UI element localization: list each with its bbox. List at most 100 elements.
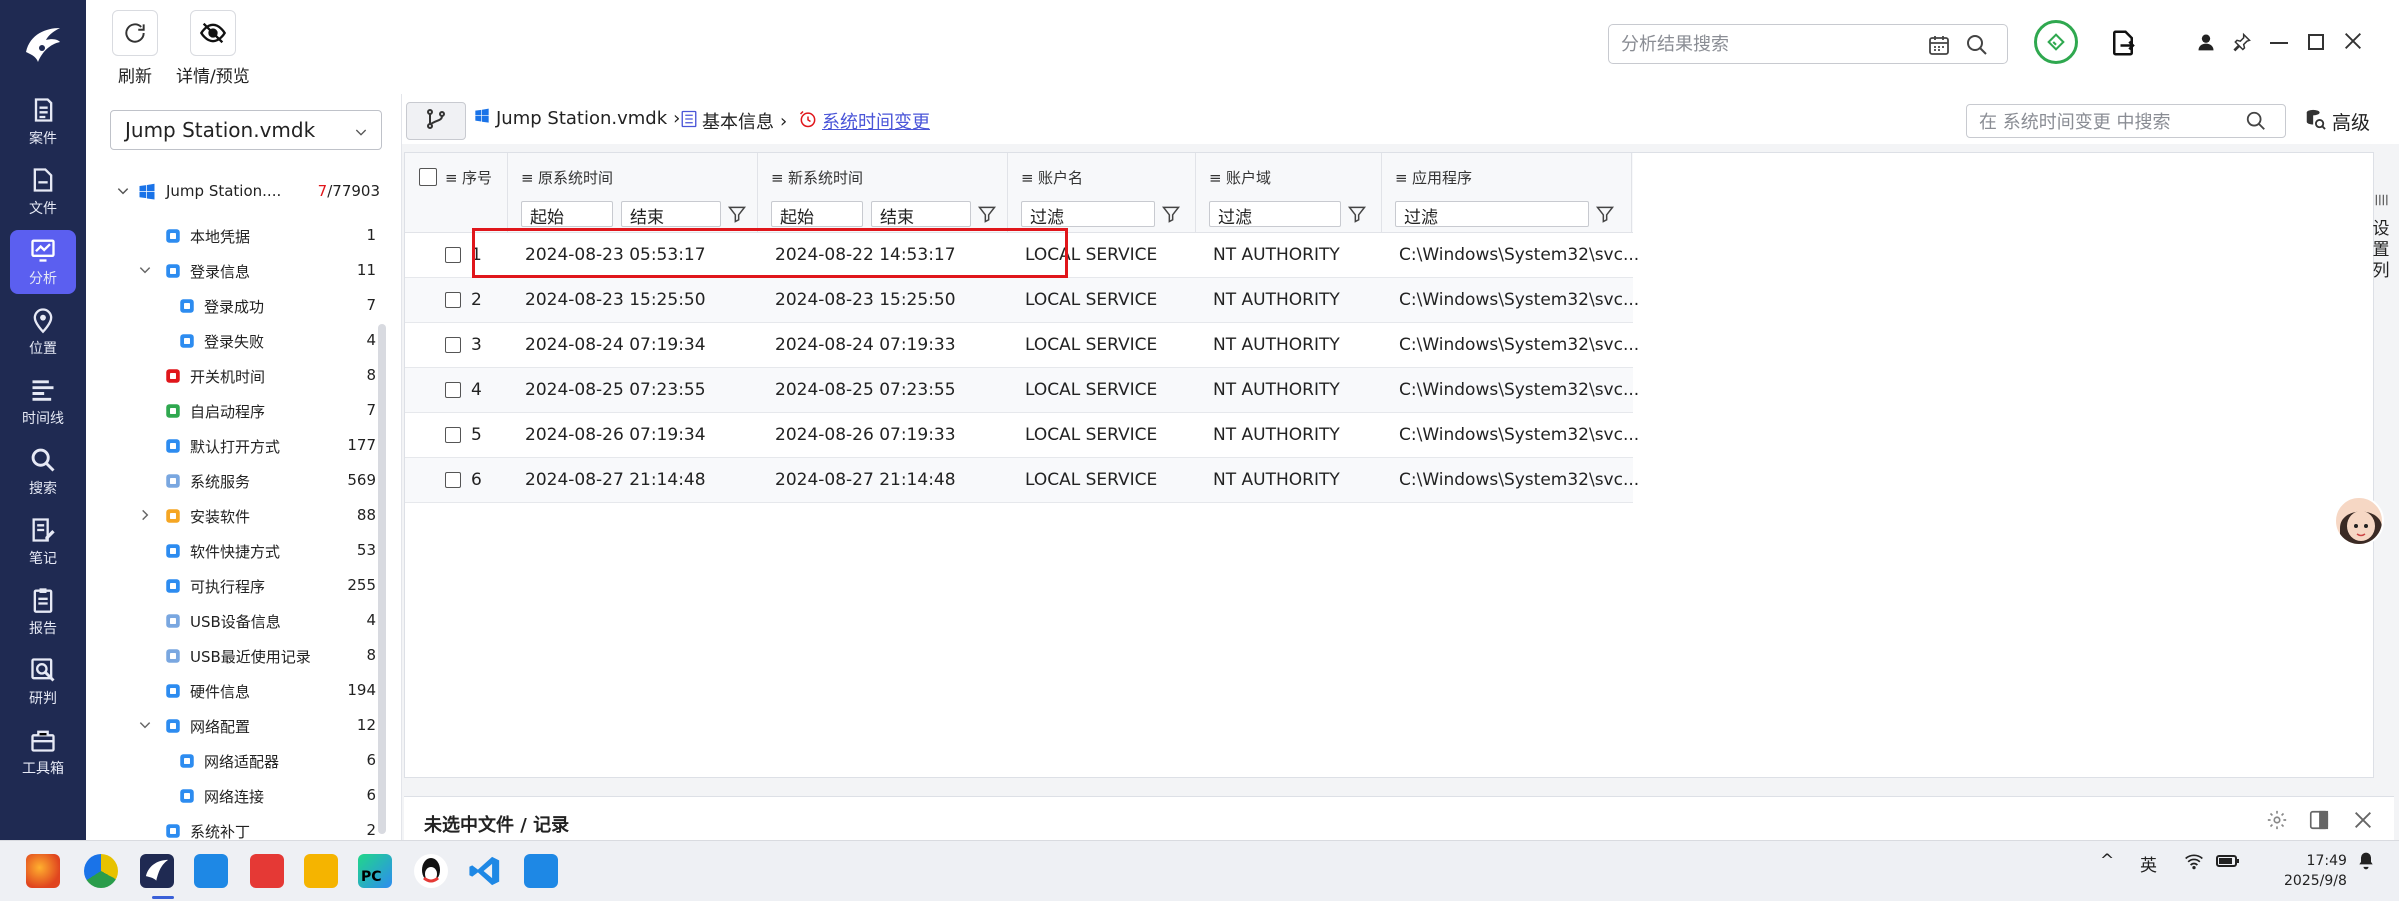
calendar-icon[interactable] xyxy=(1927,33,1951,61)
row-checkbox[interactable] xyxy=(445,247,461,263)
pin-icon[interactable] xyxy=(2232,32,2252,56)
row-checkbox[interactable] xyxy=(445,472,461,488)
nav-item-case[interactable]: 案件 xyxy=(10,90,76,154)
table-row[interactable]: 4 2024-08-25 07:23:55 2024-08-25 07:23:55 L… xyxy=(405,368,1639,413)
app-icon-feather[interactable] xyxy=(524,854,558,888)
col-header-domain[interactable]: ≡ 账户域 xyxy=(1209,167,1271,188)
col-header-new-time[interactable]: ≡ 新系统时间 xyxy=(771,167,863,188)
tree-item[interactable]: USB设备信息 4 xyxy=(86,603,376,638)
pycharm-icon[interactable]: PC xyxy=(358,854,392,888)
assistant-avatar[interactable] xyxy=(2334,496,2384,546)
tree-item[interactable]: 登录失败 4 xyxy=(86,323,376,358)
tree-item[interactable]: 开关机时间 8 xyxy=(86,358,376,393)
breadcrumb-source[interactable]: Jump Station.vmdk › xyxy=(474,108,680,129)
table-row[interactable]: 5 2024-08-26 07:19:34 2024-08-26 07:19:33 L… xyxy=(405,413,1639,458)
search-icon[interactable] xyxy=(2245,110,2267,136)
column-divider[interactable] xyxy=(1007,153,1008,233)
table-row[interactable]: 3 2024-08-24 07:19:34 2024-08-24 07:19:33 L… xyxy=(405,323,1639,368)
chevron-right-icon[interactable] xyxy=(138,508,152,522)
firefox-icon[interactable] xyxy=(26,854,60,888)
tree-root[interactable]: Jump Station.... 7/77903 xyxy=(86,174,380,209)
tree-item[interactable]: 自启动程序 7 xyxy=(86,393,376,428)
col-header-index[interactable]: ≡ 序号 xyxy=(445,167,492,188)
nav-item-note[interactable]: 笔记 xyxy=(10,510,76,574)
filter-icon[interactable] xyxy=(727,204,747,224)
search-icon[interactable] xyxy=(1965,33,1989,61)
filter-icon[interactable] xyxy=(1161,204,1181,224)
table-search-input[interactable] xyxy=(1979,110,2239,134)
chevron-down-icon[interactable] xyxy=(138,718,152,732)
select-all-checkbox[interactable] xyxy=(419,168,437,186)
system-clock[interactable]: 17:49 2025/9/8 xyxy=(2284,851,2347,891)
tree-item[interactable]: 本地凭据 1 xyxy=(86,218,376,253)
column-divider[interactable] xyxy=(1381,153,1382,233)
tray-expand-icon[interactable]: ^ xyxy=(2100,851,2114,871)
col-header-old-time[interactable]: ≡ 原系统时间 xyxy=(521,167,613,188)
app-icon-blue[interactable] xyxy=(194,854,228,888)
minimize-icon[interactable] xyxy=(2270,42,2288,44)
nav-item-report[interactable]: 报告 xyxy=(10,580,76,644)
tree-item[interactable]: 安装软件 88 xyxy=(86,498,376,533)
analysis-search-input[interactable] xyxy=(1621,31,1921,57)
source-select[interactable]: Jump Station.vmdk xyxy=(110,110,382,150)
table-row[interactable]: 2 2024-08-23 15:25:50 2024-08-23 15:25:50 L… xyxy=(405,278,1639,323)
tree-item[interactable]: 默认打开方式 177 xyxy=(86,428,376,463)
app-icon-red[interactable] xyxy=(250,854,284,888)
new-time-end-filter[interactable]: 结束 xyxy=(871,201,971,228)
nav-item-timeline[interactable]: 时间线 xyxy=(10,370,76,434)
gear-icon[interactable] xyxy=(2266,809,2288,835)
chevron-down-icon[interactable] xyxy=(116,184,130,198)
vscode-icon[interactable] xyxy=(468,854,502,888)
split-view-icon[interactable] xyxy=(2308,809,2330,835)
user-icon[interactable] xyxy=(2196,32,2216,56)
qq-icon[interactable] xyxy=(414,854,448,888)
new-time-start-filter[interactable]: 起始 xyxy=(771,201,863,228)
browser-icon[interactable] xyxy=(84,854,118,888)
tree-item[interactable]: USB最近使用记录 8 xyxy=(86,638,376,673)
breadcrumb-current[interactable]: 系统时间变更 xyxy=(798,108,930,134)
column-divider[interactable] xyxy=(507,153,508,233)
bell-icon[interactable] xyxy=(2356,851,2376,876)
tree-item[interactable]: 系统服务 569 xyxy=(86,463,376,498)
tree-item[interactable]: 硬件信息 194 xyxy=(86,673,376,708)
maximize-icon[interactable] xyxy=(2308,34,2324,50)
account-filter[interactable]: 过滤 xyxy=(1021,201,1155,228)
tree-item[interactable]: 登录信息 11 xyxy=(86,253,376,288)
note-app-icon[interactable] xyxy=(304,854,338,888)
old-time-end-filter[interactable]: 结束 xyxy=(621,201,721,228)
tree-item[interactable]: 网络适配器 6 xyxy=(86,743,376,778)
wifi-icon[interactable] xyxy=(2184,851,2204,876)
close-icon[interactable] xyxy=(2342,30,2364,56)
tree-item[interactable]: 系统补丁 2 xyxy=(86,813,376,840)
nav-item-search[interactable]: 搜索 xyxy=(10,440,76,504)
old-time-start-filter[interactable]: 起始 xyxy=(521,201,613,228)
filter-icon[interactable] xyxy=(977,204,997,224)
tree-scrollbar[interactable] xyxy=(378,324,386,834)
column-divider[interactable] xyxy=(1631,153,1632,233)
tree-item[interactable]: 登录成功 7 xyxy=(86,288,376,323)
tree-item[interactable]: 网络配置 12 xyxy=(86,708,376,743)
nav-item-judge[interactable]: 研判 xyxy=(10,650,76,714)
breadcrumb-section[interactable]: 基本信息 › xyxy=(680,108,787,134)
row-checkbox[interactable] xyxy=(445,337,461,353)
nav-item-location[interactable]: 位置 xyxy=(10,300,76,364)
row-checkbox[interactable] xyxy=(445,427,461,443)
shield-status-icon[interactable] xyxy=(2034,20,2078,64)
col-header-app[interactable]: ≡ 应用程序 xyxy=(1395,167,1472,188)
battery-icon[interactable] xyxy=(2216,851,2240,876)
tree-item[interactable]: 软件快捷方式 53 xyxy=(86,533,376,568)
nav-item-file[interactable]: 文件 xyxy=(10,160,76,224)
column-divider[interactable] xyxy=(1195,153,1196,233)
tree-item[interactable]: 网络连接 6 xyxy=(86,778,376,813)
column-divider[interactable] xyxy=(757,153,758,233)
domain-filter[interactable]: 过滤 xyxy=(1209,201,1341,228)
nav-item-analysis[interactable]: 分析 xyxy=(10,230,76,294)
table-row[interactable]: 6 2024-08-27 21:14:48 2024-08-27 21:14:48 L… xyxy=(405,458,1639,503)
tree-item[interactable]: 可执行程序 255 xyxy=(86,568,376,603)
branch-toggle-button[interactable] xyxy=(406,102,466,140)
refresh-button[interactable]: 刷新 xyxy=(112,10,158,87)
preview-button[interactable]: 详情/预览 xyxy=(176,10,250,87)
filter-icon[interactable] xyxy=(1347,204,1367,224)
filter-icon[interactable] xyxy=(1595,204,1615,224)
row-checkbox[interactable] xyxy=(445,382,461,398)
